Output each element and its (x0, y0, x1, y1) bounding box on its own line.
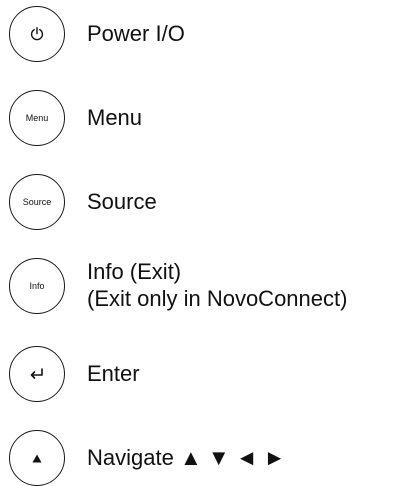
power-icon (29, 26, 45, 42)
info-button[interactable]: Info (9, 258, 65, 314)
enter-return-icon (28, 367, 46, 381)
menu-label: Menu (87, 105, 143, 130)
source-button[interactable]: Source (9, 174, 65, 230)
navigate-label: Navigate ▲ ▼ ◄ ► (87, 445, 286, 470)
power-label: Power I/O (87, 21, 185, 46)
source-label: Source (87, 189, 157, 214)
info-button-text: Info (29, 280, 45, 291)
info-label-line1: Info (Exit) (87, 259, 182, 284)
info-label-line2: (Exit only in NovoConnect) (87, 286, 348, 311)
navigate-up-triangle-icon (32, 454, 42, 463)
power-button[interactable] (9, 6, 65, 62)
menu-button-text: Menu (25, 112, 49, 123)
enter-label: Enter (87, 361, 140, 386)
navigate-button[interactable] (9, 430, 65, 486)
source-button-text: Source (22, 196, 52, 207)
menu-button[interactable]: Menu (9, 90, 65, 146)
enter-button[interactable] (9, 346, 65, 402)
info-label: Info (Exit) (Exit only in NovoConnect) (87, 258, 347, 312)
